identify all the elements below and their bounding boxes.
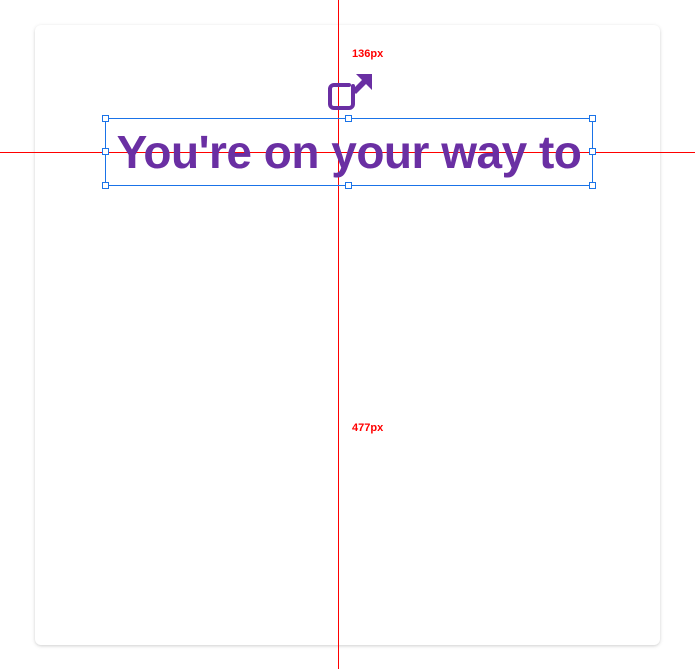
external-link-icon — [320, 72, 375, 110]
resize-handle-top-left[interactable] — [102, 115, 109, 122]
dimension-label-middle: 477px — [352, 422, 383, 434]
resize-handle-bottom-right[interactable] — [589, 182, 596, 189]
resize-handle-middle-right[interactable] — [589, 148, 596, 155]
heading-text: You're on your way to — [117, 125, 582, 179]
dimension-label-top: 136px — [352, 48, 383, 60]
heading-text-element[interactable]: You're on your way to — [105, 118, 593, 186]
resize-handle-top-middle[interactable] — [345, 115, 352, 122]
resize-handle-bottom-middle[interactable] — [345, 182, 352, 189]
resize-handle-bottom-left[interactable] — [102, 182, 109, 189]
resize-handle-top-right[interactable] — [589, 115, 596, 122]
resize-handle-middle-left[interactable] — [102, 148, 109, 155]
